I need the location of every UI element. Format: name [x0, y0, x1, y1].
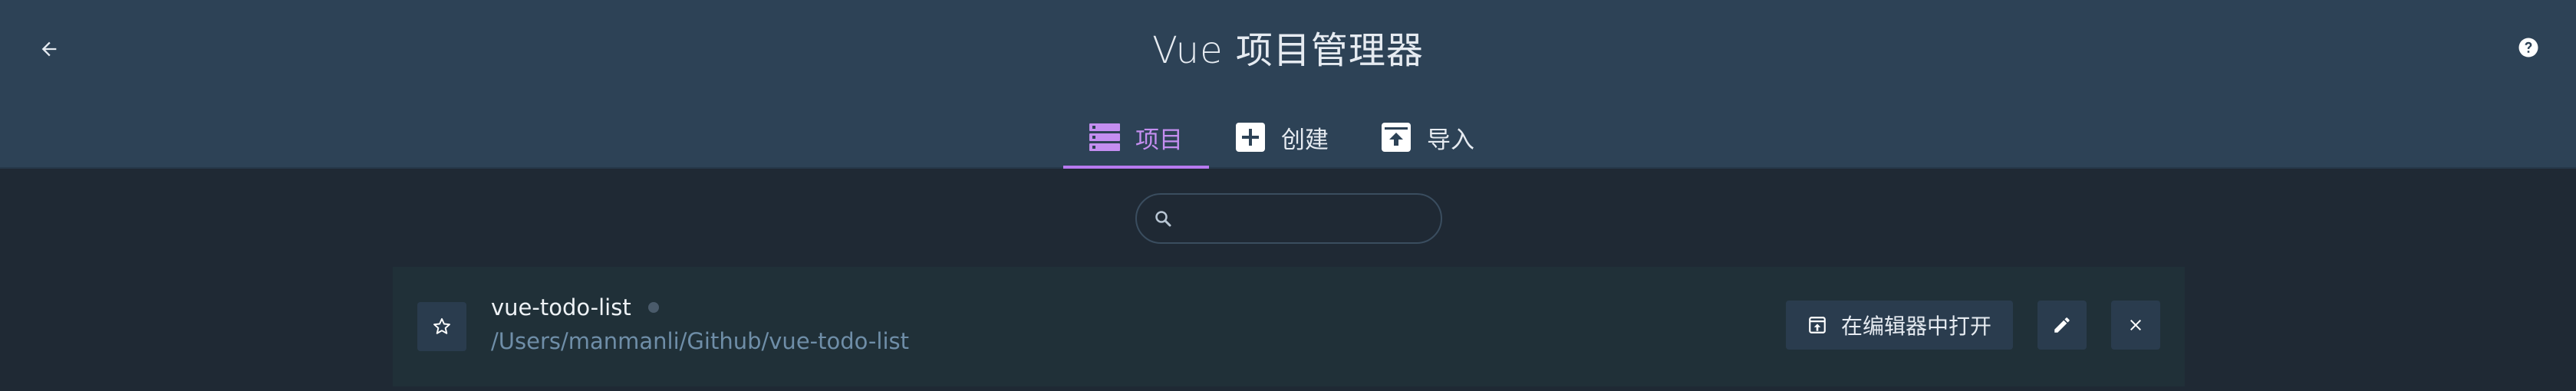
search-icon [1155, 211, 1171, 227]
add-box-icon [1235, 122, 1266, 153]
project-name: vue-todo-list [491, 294, 631, 320]
pencil-icon [2054, 317, 2070, 333]
open-in-browser-icon [1809, 317, 1826, 334]
tab-label: 创建 [1281, 126, 1329, 154]
project-status-dot [647, 302, 659, 313]
top-bar: Vue 项目管理器 项目 创建 导入 [0, 0, 2576, 169]
star-outline-icon [433, 318, 450, 334]
tab-projects[interactable]: 项目 [1063, 106, 1209, 169]
edit-button[interactable] [2037, 301, 2087, 350]
project-name-row: vue-todo-list [491, 294, 659, 320]
projects-list-icon [1089, 122, 1120, 153]
page-title: Vue 项目管理器 [1152, 29, 1424, 72]
open-in-editor-button[interactable]: 在编辑器中打开 [1786, 301, 2013, 350]
search-input[interactable] [1183, 207, 1441, 230]
tab-label: 导入 [1427, 126, 1474, 154]
main-tabs: 项目 创建 导入 [1063, 106, 1500, 169]
search-box [1135, 193, 1442, 244]
favorite-button[interactable] [417, 302, 466, 351]
import-unarchive-icon [1381, 122, 1412, 153]
tab-create[interactable]: 创建 [1209, 106, 1355, 169]
close-icon [2130, 320, 2141, 330]
open-in-editor-label: 在编辑器中打开 [1840, 314, 1991, 339]
help-circle-icon [2518, 38, 2538, 58]
tab-label: 项目 [1135, 126, 1183, 154]
help-button[interactable] [2516, 35, 2541, 60]
remove-button[interactable] [2111, 301, 2160, 350]
tab-import[interactable]: 导入 [1355, 106, 1500, 169]
project-item[interactable]: vue-todo-list /Users/manmanli/Github/vue… [393, 267, 2185, 386]
project-path: /Users/manmanli/Github/vue-todo-list [491, 328, 909, 354]
